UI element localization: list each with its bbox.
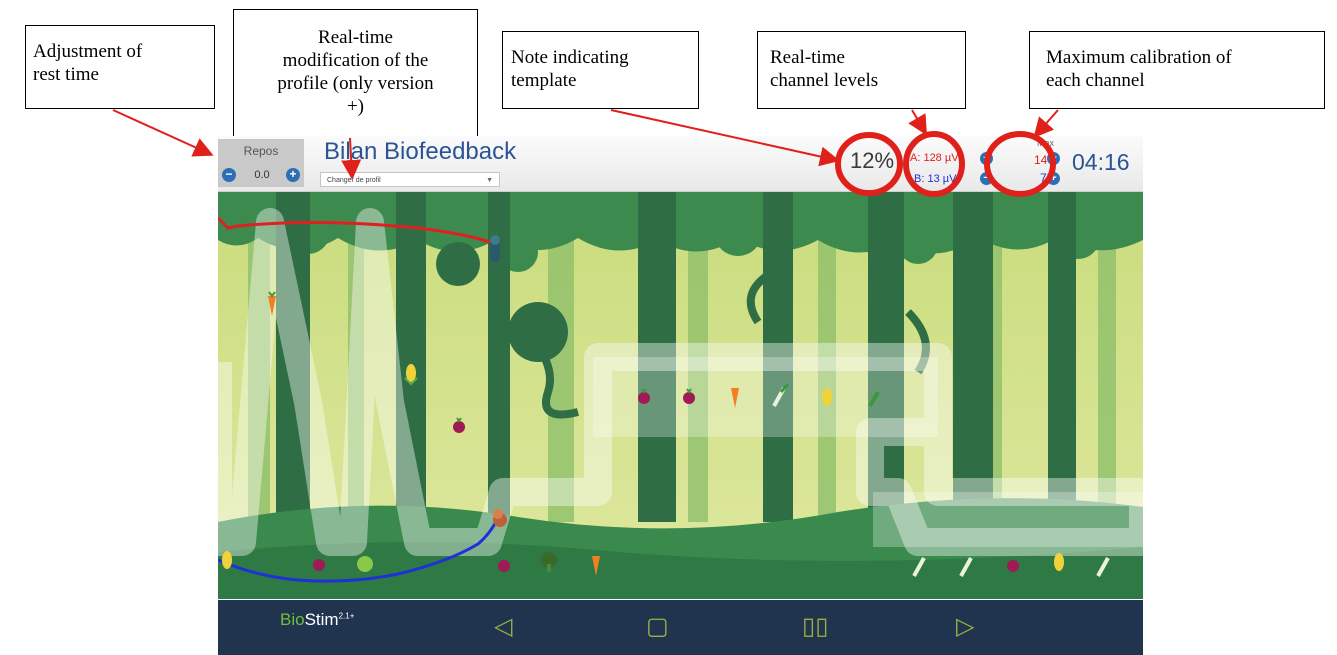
highlight-circle	[903, 131, 965, 197]
annotation-overlay	[112, 109, 1059, 197]
callout-arrow	[908, 109, 928, 136]
highlight-circle	[835, 132, 903, 196]
highlight-circle	[984, 131, 1056, 197]
callout-arrow	[610, 109, 840, 167]
callout-arrow	[1033, 109, 1059, 139]
callout-arrow	[341, 137, 362, 180]
callout-arrow	[112, 109, 214, 157]
